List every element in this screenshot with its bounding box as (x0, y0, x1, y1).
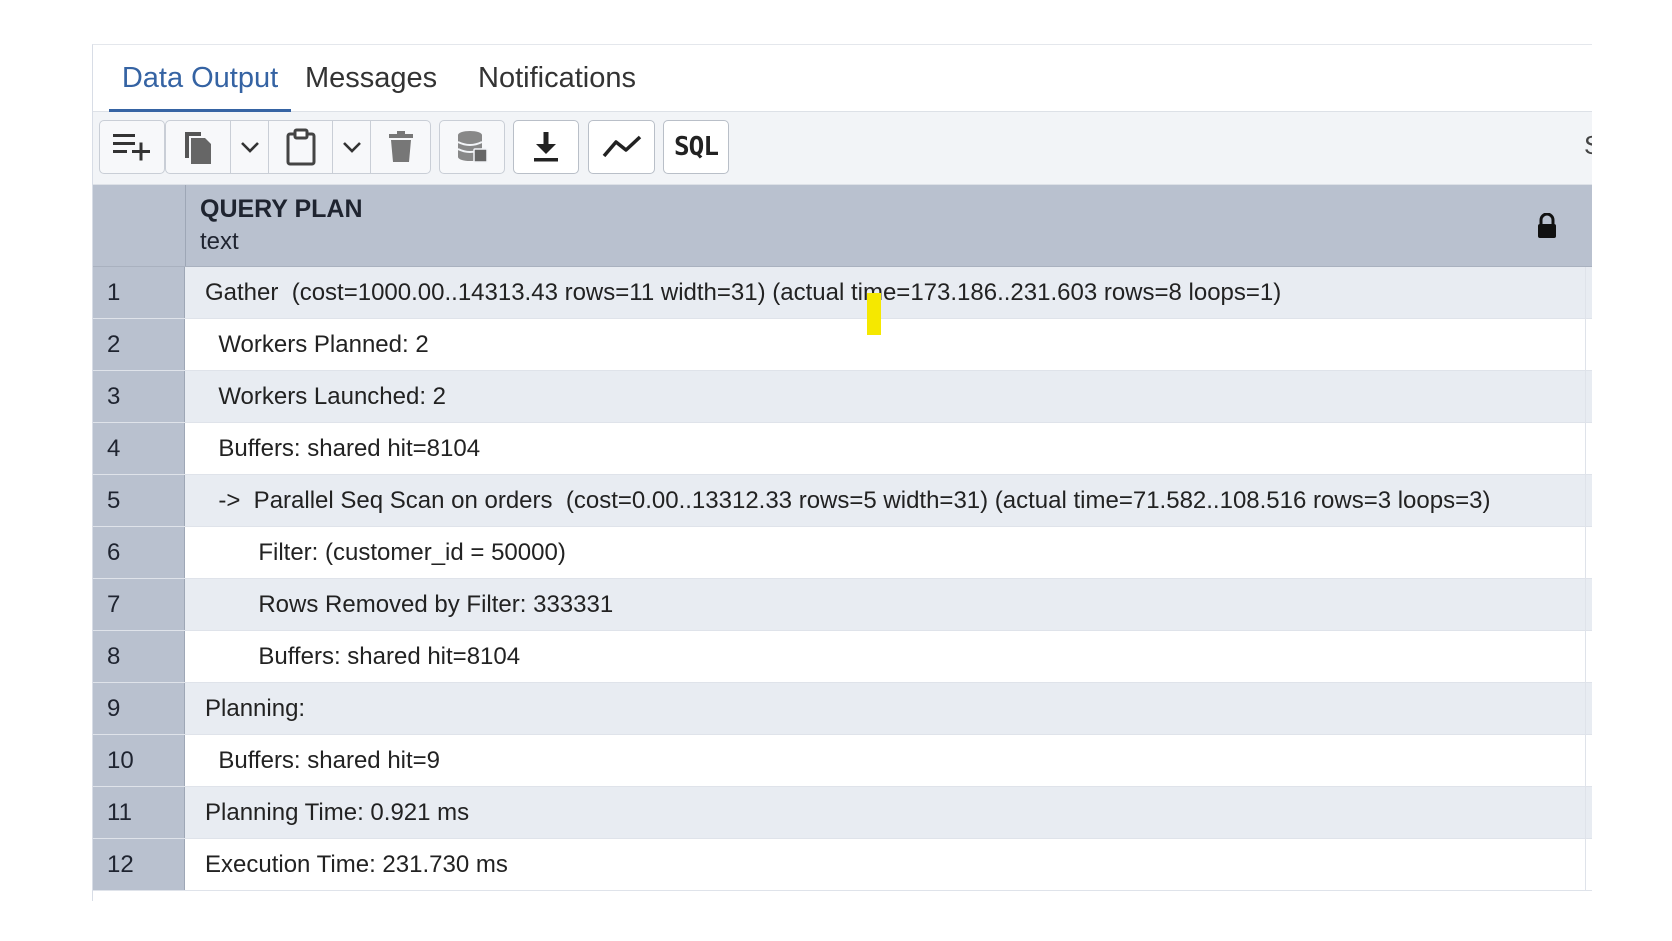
query-plan-cell[interactable]: Workers Planned: 2 (186, 319, 1586, 370)
table-row[interactable]: 3 Workers Launched: 2 (93, 371, 1592, 423)
query-plan-cell[interactable]: -> Parallel Seq Scan on orders (cost=0.0… (186, 475, 1586, 526)
column-header-query-plan[interactable]: QUERY PLAN text (186, 185, 1586, 266)
copy-options-dropdown[interactable] (231, 120, 269, 174)
column-name: QUERY PLAN (200, 195, 363, 223)
text-cursor-highlight (867, 293, 881, 335)
query-plan-cell[interactable]: Buffers: shared hit=8104 (186, 631, 1586, 682)
tab-notifications[interactable]: Notifications (478, 45, 636, 109)
copy-icon (185, 132, 211, 164)
table-row[interactable]: 9 Planning: (93, 683, 1592, 735)
paste-icon (286, 128, 315, 166)
table-row[interactable]: 5 -> Parallel Seq Scan on orders (cost=0… (93, 475, 1592, 527)
delete-button[interactable] (371, 120, 431, 174)
table-row[interactable]: 10 Buffers: shared hit=9 (93, 735, 1592, 787)
table-row[interactable]: 1 Gather (cost=1000.00..14313.43 rows=11… (93, 267, 1592, 319)
chevron-down-icon (240, 142, 259, 153)
row-number[interactable]: 11 (93, 787, 185, 838)
download-button[interactable] (513, 120, 579, 174)
add-row-icon (113, 134, 150, 161)
delete-icon (388, 131, 413, 162)
add-row-button[interactable] (99, 120, 165, 174)
row-number[interactable]: 1 (93, 267, 185, 318)
sql-button[interactable]: SQL (663, 120, 729, 174)
copy-button[interactable] (165, 120, 231, 174)
table-row[interactable]: 2 Workers Planned: 2 (93, 319, 1592, 371)
query-plan-cell[interactable]: Gather (cost=1000.00..14313.43 rows=11 w… (186, 267, 1586, 318)
query-plan-cell[interactable]: Rows Removed by Filter: 333331 (186, 579, 1586, 630)
table-row[interactable]: 8 Buffers: shared hit=8104 (93, 631, 1592, 683)
graph-icon (602, 135, 641, 158)
toolbar-overflow-label: S (1584, 130, 1592, 161)
row-number[interactable]: 6 (93, 527, 185, 578)
table-row[interactable]: 7 Rows Removed by Filter: 333331 (93, 579, 1592, 631)
result-toolbar: SQL S (93, 112, 1592, 185)
row-number[interactable]: 2 (93, 319, 185, 370)
sql-icon: SQL (674, 132, 719, 162)
row-number[interactable]: 8 (93, 631, 185, 682)
lock-icon (1538, 213, 1556, 238)
paste-options-dropdown[interactable] (333, 120, 371, 174)
paste-button[interactable] (269, 120, 333, 174)
query-plan-cell[interactable]: Buffers: shared hit=8104 (186, 423, 1586, 474)
download-icon (534, 132, 558, 162)
row-number[interactable]: 5 (93, 475, 185, 526)
column-type: text (200, 228, 239, 255)
row-number[interactable]: 9 (93, 683, 185, 734)
tab-data-output[interactable]: Data Output (109, 45, 291, 112)
table-row[interactable]: 6 Filter: (customer_id = 50000) (93, 527, 1592, 579)
query-plan-cell[interactable]: Workers Launched: 2 (186, 371, 1586, 422)
grid-header: QUERY PLAN text (93, 185, 1592, 267)
row-number[interactable]: 4 (93, 423, 185, 474)
query-plan-cell[interactable]: Planning Time: 0.921 ms (186, 787, 1586, 838)
row-number[interactable]: 7 (93, 579, 185, 630)
table-row[interactable]: 4 Buffers: shared hit=8104 (93, 423, 1592, 475)
row-number[interactable]: 3 (93, 371, 185, 422)
query-plan-cell[interactable]: Execution Time: 231.730 ms (186, 839, 1586, 890)
save-data-icon (457, 131, 488, 163)
query-plan-cell[interactable]: Filter: (customer_id = 50000) (186, 527, 1586, 578)
tab-messages[interactable]: Messages (305, 45, 437, 109)
row-number[interactable]: 10 (93, 735, 185, 786)
graph-visualiser-button[interactable] (588, 120, 655, 174)
result-tabbar: Data Output Messages Notifications (93, 45, 1592, 112)
row-number[interactable]: 12 (93, 839, 185, 890)
result-grid: QUERY PLAN text 1 Gather (cost=1000.00..… (93, 185, 1592, 891)
query-result-panel: Data Output Messages Notifications SQL Q… (92, 44, 1592, 901)
table-row[interactable]: 12 Execution Time: 231.730 ms (93, 839, 1592, 891)
query-plan-cell[interactable]: Buffers: shared hit=9 (186, 735, 1586, 786)
row-number-header[interactable] (93, 185, 186, 266)
save-data-button[interactable] (439, 120, 505, 174)
table-row[interactable]: 11 Planning Time: 0.921 ms (93, 787, 1592, 839)
query-plan-cell[interactable]: Planning: (186, 683, 1586, 734)
chevron-down-icon (342, 142, 361, 153)
